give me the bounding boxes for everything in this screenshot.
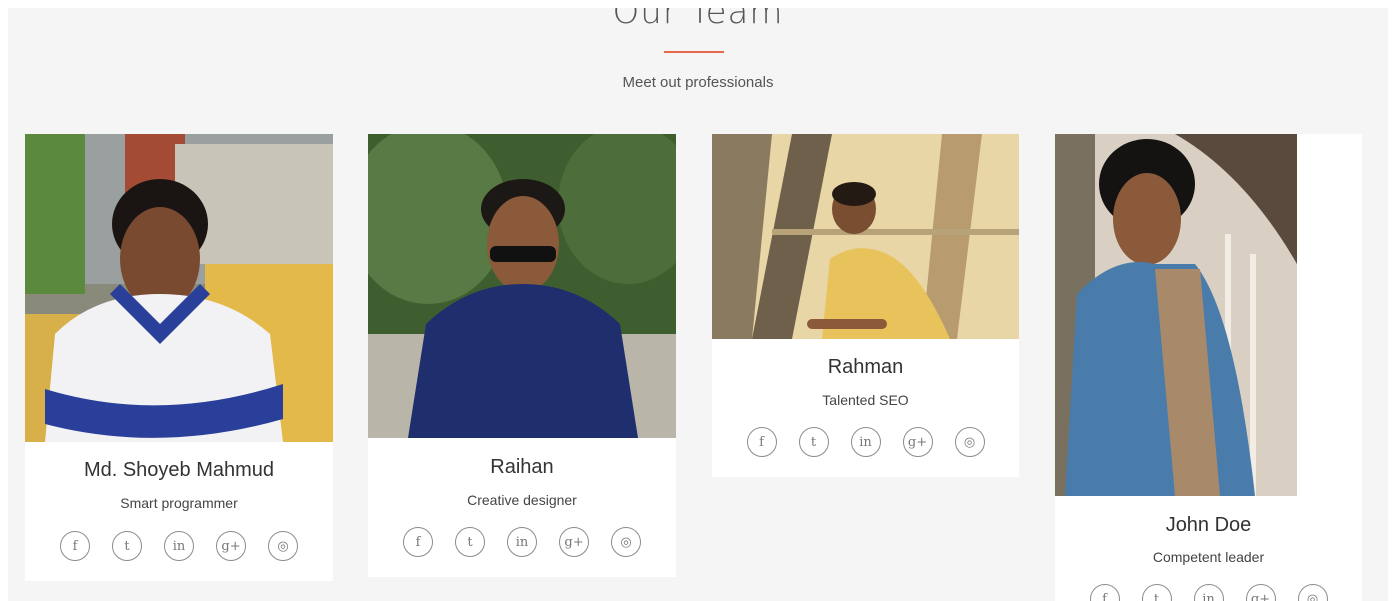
facebook-icon[interactable]: f [60,531,90,561]
member-photo [368,134,676,438]
team-card: Raihan Creative designer f t in g+ ◎ [368,134,676,577]
facebook-icon[interactable]: f [1089,584,1120,601]
twitter-icon[interactable]: t [112,531,142,561]
social-links: f t in g+ ◎ [25,531,333,561]
member-photo [712,134,1019,339]
twitter-icon[interactable]: t [798,427,829,457]
member-role: Smart programmer [120,495,238,511]
section-subtitle: Meet out professionals [622,74,774,91]
team-card: Md. Shoyeb Mahmud Smart programmer f t i… [25,134,333,581]
section-title: Our Team [612,8,784,32]
google-plus-icon[interactable]: g+ [902,427,933,457]
dribbble-icon[interactable]: ◎ [268,531,298,561]
member-name: John Doe [1165,514,1252,536]
social-links: f t in g+ ◎ [712,427,1019,457]
linkedin-icon[interactable]: in [1193,584,1224,601]
member-role: Creative designer [467,492,577,508]
google-plus-icon[interactable]: g+ [559,527,589,557]
dribbble-icon[interactable]: ◎ [954,427,985,457]
google-plus-icon[interactable]: g+ [216,531,246,561]
twitter-icon[interactable]: t [455,527,485,557]
twitter-icon[interactable]: t [1141,584,1172,601]
title-divider [664,51,724,53]
google-plus-icon[interactable]: g+ [1245,584,1276,601]
member-name: Md. Shoyeb Mahmud [83,459,275,481]
linkedin-icon[interactable]: in [164,531,194,561]
facebook-icon[interactable]: f [746,427,777,457]
dribbble-icon[interactable]: ◎ [1297,584,1328,601]
member-name: Raihan [490,456,554,478]
dribbble-icon[interactable]: ◎ [611,527,641,557]
social-links: f t in g+ ◎ [1055,584,1362,601]
facebook-icon[interactable]: f [403,527,433,557]
team-section: Our Team Meet out professionals Md. Shoy… [8,8,1388,601]
team-card: Rahman Talented SEO f t in g+ ◎ [712,134,1019,477]
social-links: f t in g+ ◎ [368,527,676,557]
member-photo [25,134,333,442]
member-role: Talented SEO [822,392,909,408]
member-role: Competent leader [1152,549,1265,565]
linkedin-icon[interactable]: in [850,427,881,457]
member-photo [1055,134,1297,496]
member-name: Rahman [827,356,904,378]
team-card: John Doe Competent leader f t in g+ ◎ [1055,134,1362,601]
linkedin-icon[interactable]: in [507,527,537,557]
